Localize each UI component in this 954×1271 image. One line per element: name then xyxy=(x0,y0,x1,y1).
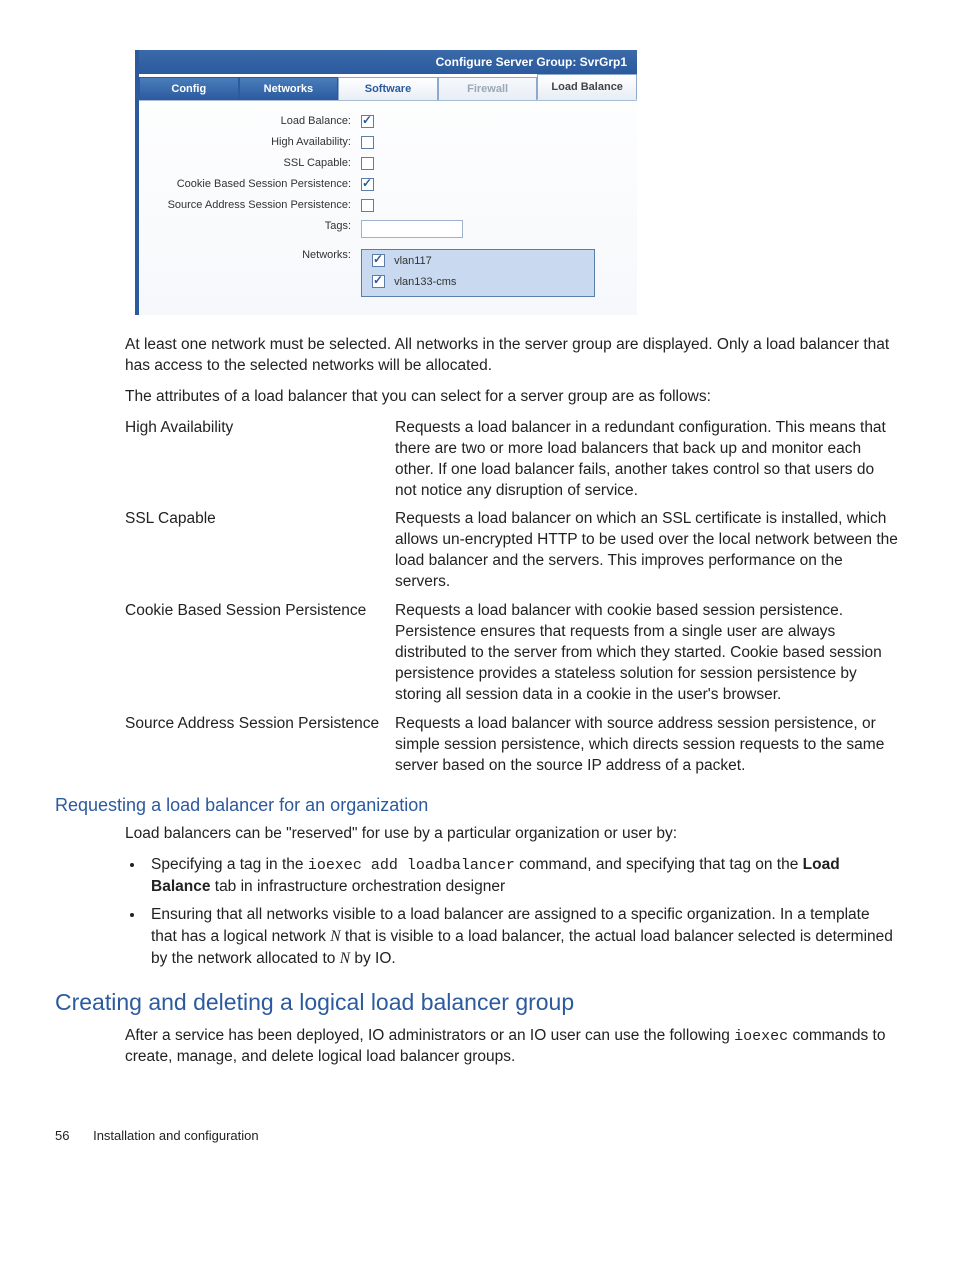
checkbox-load-balance[interactable] xyxy=(361,115,374,128)
tab-networks[interactable]: Networks xyxy=(239,77,339,100)
list-item: Specifying a tag in the ioexec add loadb… xyxy=(145,854,899,898)
checkbox-high-availability[interactable] xyxy=(361,136,374,149)
tabs: Config Networks Software Firewall Load B… xyxy=(139,74,637,100)
list-item: Ensuring that all networks visible to a … xyxy=(145,904,899,969)
paragraph: The attributes of a load balancer that y… xyxy=(125,387,899,408)
label-high-availability: High Availability: xyxy=(151,136,361,148)
checkbox-source-persistence[interactable] xyxy=(361,199,374,212)
paragraph: After a service has been deployed, IO ad… xyxy=(125,1026,899,1068)
tab-firewall: Firewall xyxy=(438,77,538,100)
network-label: vlan133-cms xyxy=(394,276,456,288)
tab-software[interactable]: Software xyxy=(338,77,438,100)
network-item-vlan117[interactable]: vlan117 xyxy=(364,252,592,273)
paragraph: Load balancers can be "reserved" for use… xyxy=(125,824,899,845)
paragraph: At least one network must be selected. A… xyxy=(125,335,899,377)
checkbox-cookie-persistence[interactable] xyxy=(361,178,374,191)
def-desc: Requests a load balancer in a redundant … xyxy=(395,418,899,502)
configure-server-group-dialog: Configure Server Group: SvrGrp1 Config N… xyxy=(135,50,637,315)
label-ssl-capable: SSL Capable: xyxy=(151,157,361,169)
def-desc: Requests a load balancer on which an SSL… xyxy=(395,509,899,593)
def-term: SSL Capable xyxy=(125,509,395,593)
heading-requesting-lb: Requesting a load balancer for an organi… xyxy=(55,795,899,816)
section-title: Installation and configuration xyxy=(93,1128,259,1143)
code: ioexec xyxy=(734,1028,788,1045)
label-source-persistence: Source Address Session Persistence: xyxy=(151,199,361,211)
tags-input[interactable] xyxy=(361,220,463,238)
dialog-title: Configure Server Group: SvrGrp1 xyxy=(139,50,637,74)
label-load-balance: Load Balance: xyxy=(151,115,361,127)
tab-load-balance[interactable]: Load Balance xyxy=(537,74,637,100)
checkbox-vlan117[interactable] xyxy=(372,254,385,267)
label-networks: Networks: xyxy=(151,249,361,261)
page-number: 56 xyxy=(55,1128,69,1143)
definition-list: High Availability Requests a load balanc… xyxy=(125,418,899,777)
network-label: vlan117 xyxy=(394,255,432,267)
tab-config[interactable]: Config xyxy=(139,77,239,100)
def-term: High Availability xyxy=(125,418,395,502)
heading-creating-deleting: Creating and deleting a logical load bal… xyxy=(55,989,899,1016)
bullet-list: Specifying a tag in the ioexec add loadb… xyxy=(145,854,899,969)
variable: N xyxy=(340,950,350,967)
def-desc: Requests a load balancer with source add… xyxy=(395,714,899,777)
checkbox-vlan133-cms[interactable] xyxy=(372,275,385,288)
def-term: Cookie Based Session Persistence xyxy=(125,601,395,706)
def-term: Source Address Session Persistence xyxy=(125,714,395,777)
page-footer: 56 Installation and configuration xyxy=(55,1128,899,1143)
label-cookie-persistence: Cookie Based Session Persistence: xyxy=(151,178,361,190)
variable: N xyxy=(330,928,340,945)
checkbox-ssl-capable[interactable] xyxy=(361,157,374,170)
def-desc: Requests a load balancer with cookie bas… xyxy=(395,601,899,706)
network-item-vlan133-cms[interactable]: vlan133-cms xyxy=(364,273,592,294)
label-tags: Tags: xyxy=(151,220,361,232)
code: ioexec add loadbalancer xyxy=(308,857,515,874)
networks-list: vlan117 vlan133-cms xyxy=(361,249,595,297)
tab-body: Load Balance: High Availability: SSL Cap… xyxy=(139,100,637,315)
